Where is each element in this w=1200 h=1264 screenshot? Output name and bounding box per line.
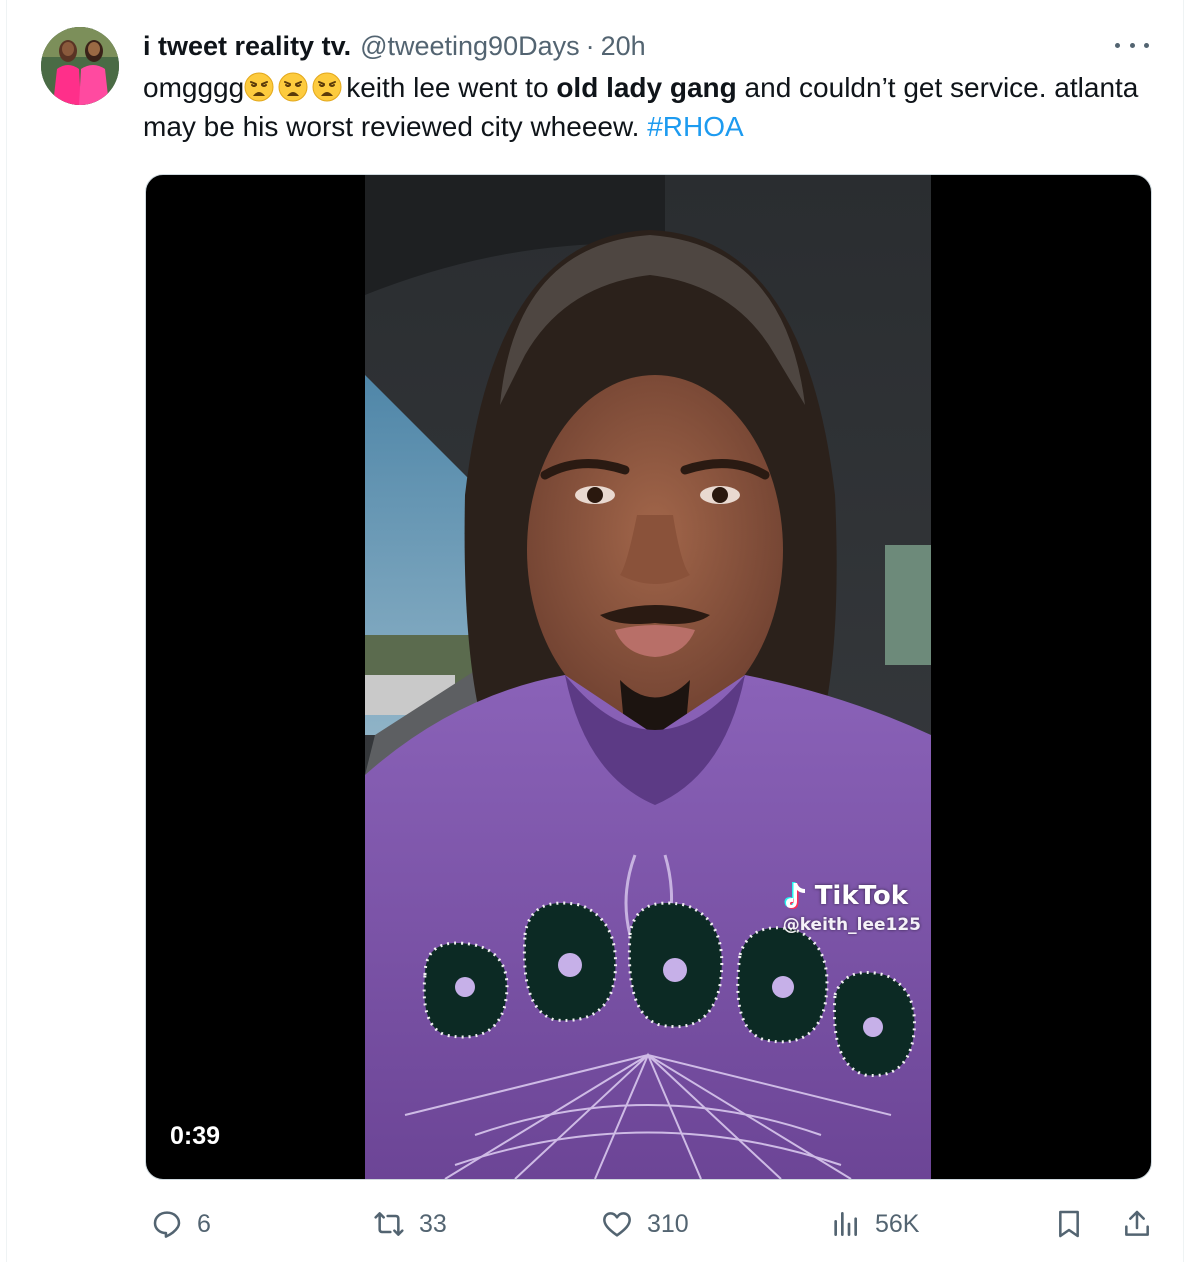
tiktok-note-icon	[784, 882, 805, 909]
tweet-actions: 6 33 310 56K	[143, 1200, 1153, 1248]
heart-icon	[603, 1212, 631, 1237]
like-count: 310	[647, 1209, 689, 1238]
avatar[interactable]	[41, 27, 119, 105]
bookmark-button[interactable]	[1053, 1200, 1099, 1248]
analytics-bars-icon	[834, 1212, 857, 1236]
hashtag-link[interactable]: #RHOA	[647, 111, 743, 142]
video-player[interactable]: TikTok @keith_lee125 0:39	[145, 174, 1152, 1180]
like-button[interactable]: 310	[601, 1200, 689, 1248]
retweet-icon	[374, 1212, 404, 1236]
more-dots-icon[interactable]	[1115, 36, 1149, 54]
video-duration: 0:39	[170, 1122, 221, 1150]
retweet-count: 33	[419, 1209, 447, 1238]
video-frame[interactable]	[365, 175, 931, 1179]
weary-face-icon	[312, 72, 342, 102]
reply-button[interactable]: 6	[151, 1200, 211, 1248]
tweet-text-bold: old lady gang	[556, 72, 737, 103]
view-count: 56K	[875, 1209, 920, 1238]
tweet-header: i tweet reality tv. @tweeting90Days · 20…	[143, 28, 646, 64]
display-name[interactable]: i tweet reality tv.	[143, 28, 351, 64]
tiktok-brand-label: TikTok	[814, 881, 909, 911]
tiktok-username: @keith_lee125	[782, 915, 921, 935]
bookmark-icon	[1059, 1210, 1079, 1238]
weary-face-icon	[278, 72, 308, 102]
tweet-text-start: omgggg	[143, 72, 245, 103]
share-upload-icon	[1125, 1210, 1149, 1236]
views-button[interactable]: 56K	[829, 1200, 919, 1248]
reply-count: 6	[197, 1209, 211, 1238]
tweet-text: omgggg keith lee went to old lady gang an…	[143, 68, 1153, 146]
retweet-button[interactable]: 33	[373, 1200, 447, 1248]
tiktok-watermark: TikTok @keith_lee125	[783, 881, 921, 935]
tweet-text-mid: keith lee went to	[346, 72, 557, 103]
share-button[interactable]	[1121, 1200, 1167, 1248]
tweet-card[interactable]: i tweet reality tv. @tweeting90Days · 20…	[6, 0, 1184, 1262]
weary-face-icon	[244, 72, 274, 102]
reply-bubble-icon	[153, 1211, 181, 1238]
user-handle[interactable]: @tweeting90Days	[360, 28, 580, 64]
timestamp[interactable]: 20h	[601, 28, 646, 64]
separator-dot: ·	[585, 31, 595, 61]
